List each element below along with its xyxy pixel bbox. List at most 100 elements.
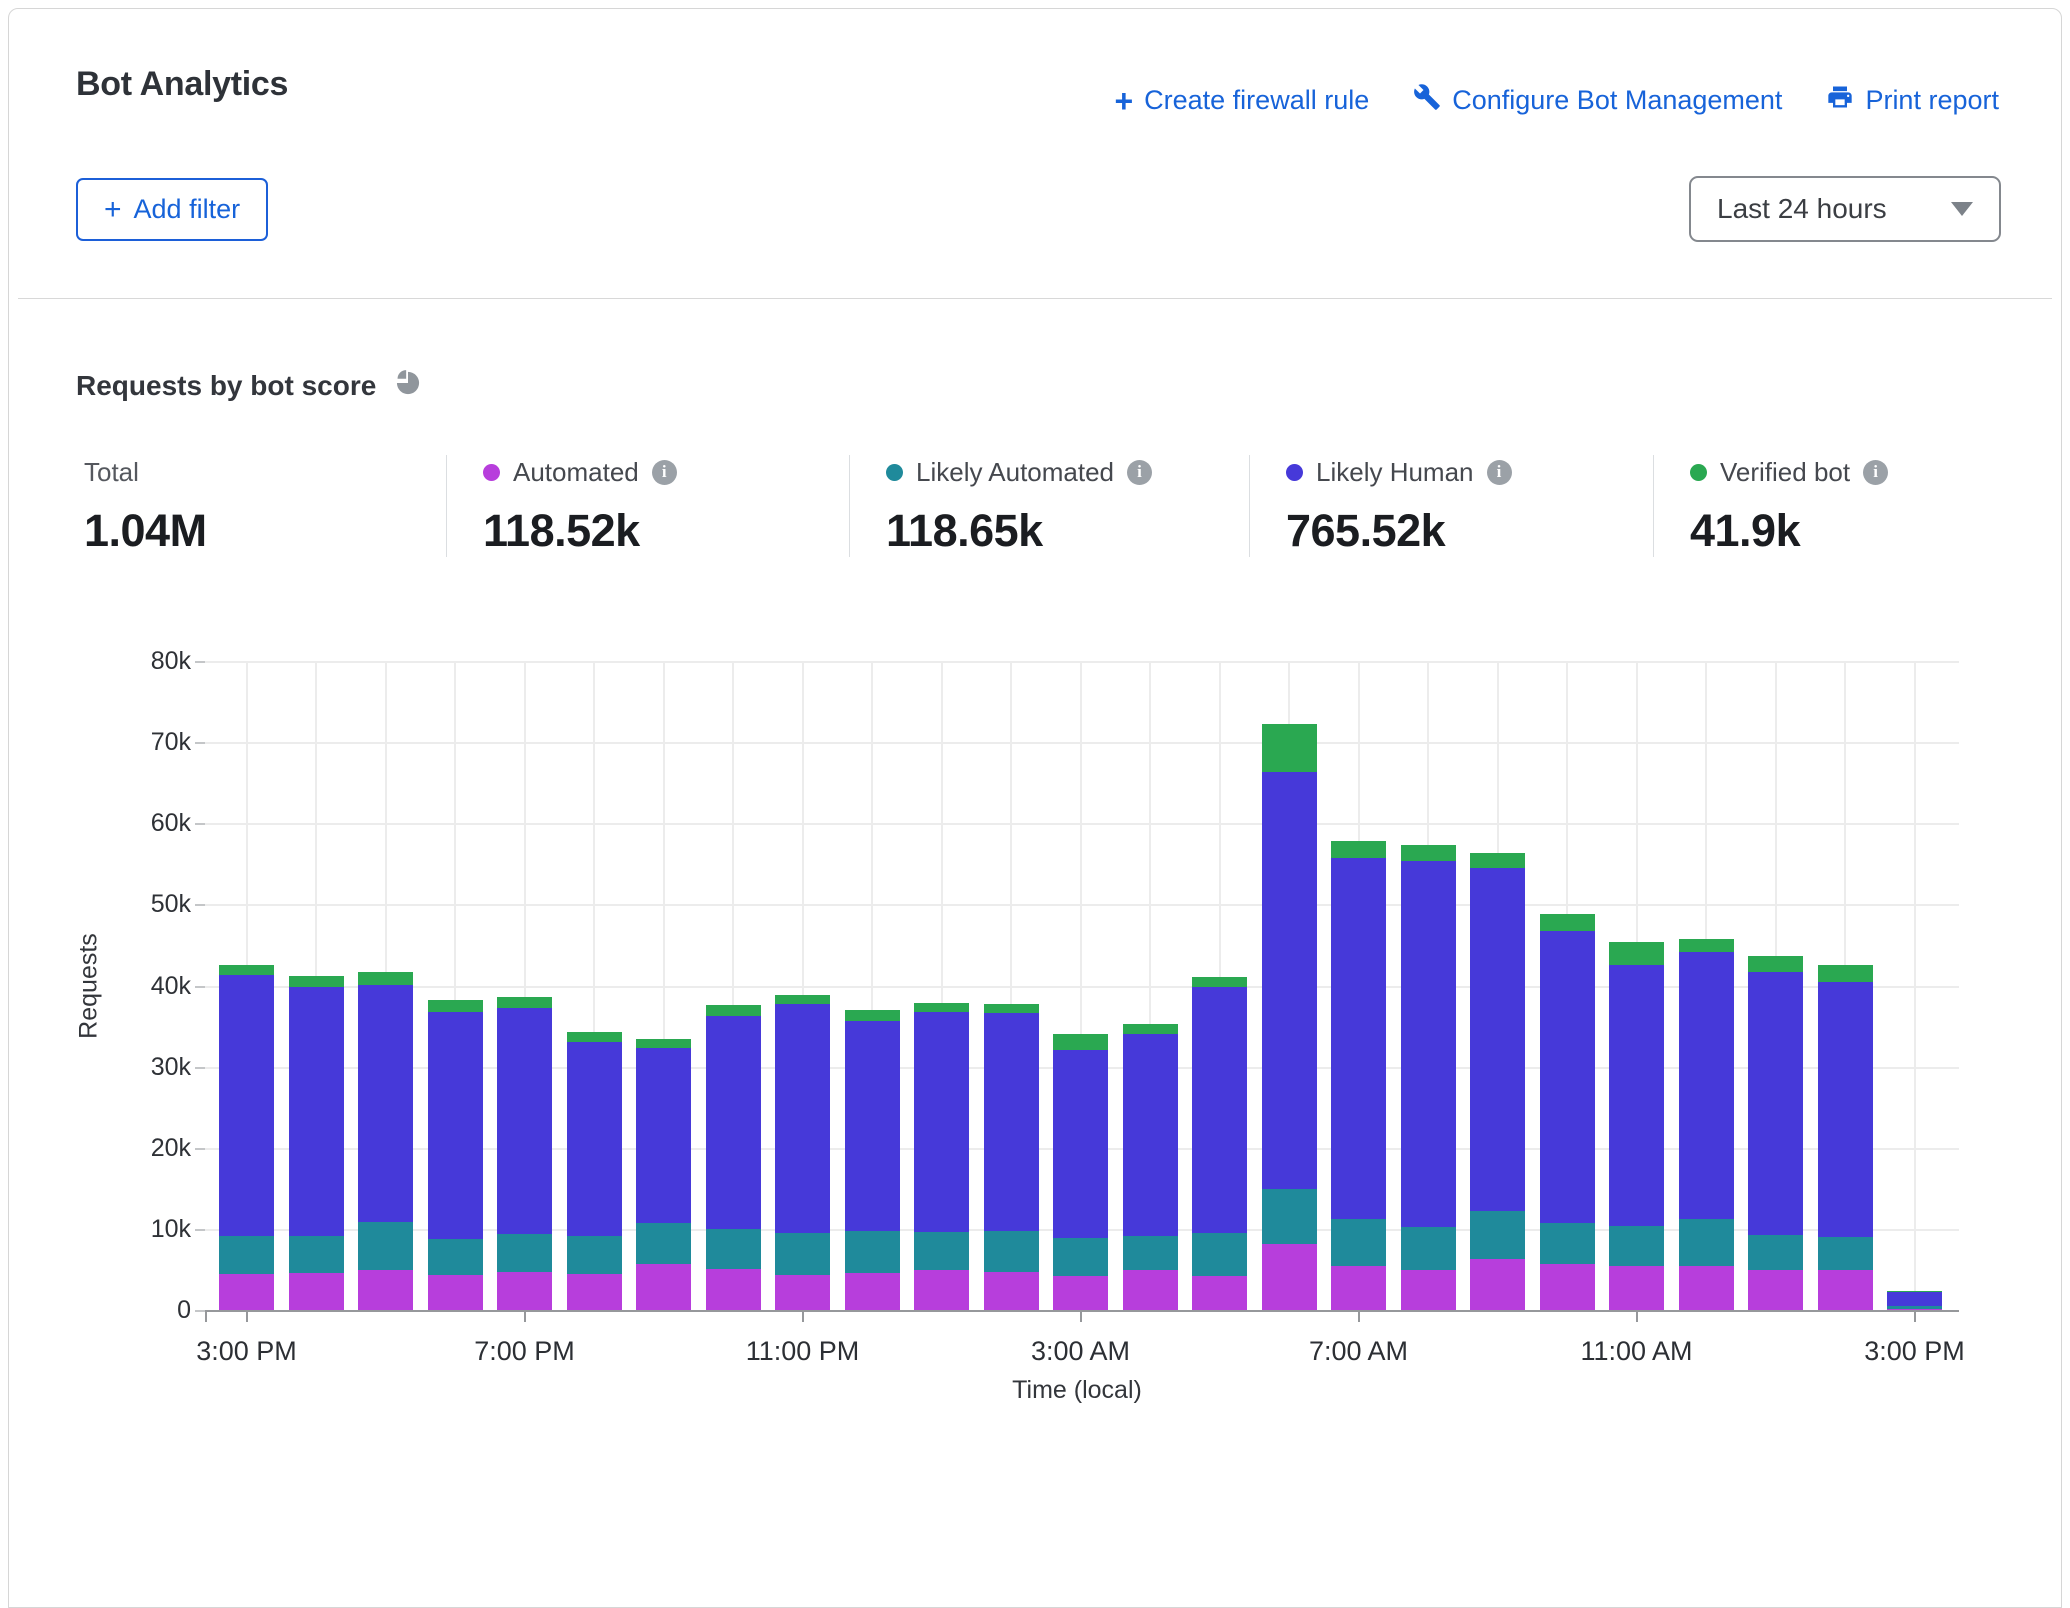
bar-segment-likely-human[interactable] — [1470, 868, 1525, 1211]
bar-segment-automated[interactable] — [775, 1275, 830, 1312]
bar-segment-likely-human[interactable] — [706, 1016, 761, 1229]
bar-segment-verified-bot[interactable] — [1748, 956, 1803, 972]
bar-segment-automated[interactable] — [1331, 1266, 1386, 1311]
info-icon[interactable]: i — [1127, 460, 1152, 485]
bar-segment-likely-human[interactable] — [1609, 965, 1664, 1226]
bar-segment-likely-automated[interactable] — [1192, 1233, 1247, 1276]
bar-segment-likely-human[interactable] — [1192, 987, 1247, 1233]
bar-segment-likely-automated[interactable] — [1470, 1211, 1525, 1259]
bar-segment-verified-bot[interactable] — [567, 1032, 622, 1042]
bar-segment-likely-human[interactable] — [1053, 1050, 1108, 1238]
bar-segment-verified-bot[interactable] — [497, 997, 552, 1008]
bar-segment-likely-human[interactable] — [775, 1004, 830, 1233]
bar-segment-verified-bot[interactable] — [984, 1004, 1039, 1014]
info-icon[interactable]: i — [652, 460, 677, 485]
create-firewall-rule-link[interactable]: + Create firewall rule — [1114, 85, 1369, 117]
bar-segment-likely-automated[interactable] — [984, 1231, 1039, 1272]
info-icon[interactable]: i — [1863, 460, 1888, 485]
bar-segment-likely-automated[interactable] — [845, 1231, 900, 1273]
bar-segment-automated[interactable] — [1818, 1270, 1873, 1311]
bar-segment-likely-automated[interactable] — [1887, 1306, 1942, 1308]
bar-segment-likely-automated[interactable] — [1053, 1238, 1108, 1276]
bar-segment-automated[interactable] — [1192, 1276, 1247, 1311]
bar-segment-likely-human[interactable] — [1748, 972, 1803, 1235]
time-range-select[interactable]: Last 24 hours — [1689, 176, 2001, 242]
bar-segment-likely-automated[interactable] — [1748, 1235, 1803, 1271]
bar-segment-verified-bot[interactable] — [1053, 1034, 1108, 1049]
bar-segment-verified-bot[interactable] — [845, 1010, 900, 1021]
bar-segment-automated[interactable] — [1609, 1266, 1664, 1311]
bar-segment-likely-human[interactable] — [1123, 1034, 1178, 1237]
bar-segment-likely-automated[interactable] — [775, 1233, 830, 1274]
bar-segment-likely-automated[interactable] — [1331, 1219, 1386, 1266]
bar-segment-automated[interactable] — [497, 1272, 552, 1311]
bar-segment-likely-human[interactable] — [1540, 931, 1595, 1223]
bar-segment-likely-human[interactable] — [984, 1013, 1039, 1230]
bar-segment-likely-human[interactable] — [497, 1008, 552, 1234]
bar-segment-likely-human[interactable] — [1331, 858, 1386, 1220]
print-report-link[interactable]: Print report — [1826, 83, 1999, 118]
bar-segment-verified-bot[interactable] — [1401, 845, 1456, 861]
bar-segment-automated[interactable] — [358, 1270, 413, 1311]
bar-segment-likely-automated[interactable] — [219, 1236, 274, 1273]
bar-segment-automated[interactable] — [1262, 1244, 1317, 1311]
bar-segment-automated[interactable] — [914, 1270, 969, 1311]
bar-segment-automated[interactable] — [1748, 1270, 1803, 1311]
bar-segment-automated[interactable] — [845, 1273, 900, 1311]
bar-segment-verified-bot[interactable] — [1609, 942, 1664, 965]
bar-segment-automated[interactable] — [1053, 1276, 1108, 1311]
bar-segment-likely-human[interactable] — [914, 1012, 969, 1232]
bar-segment-verified-bot[interactable] — [428, 1000, 483, 1011]
bar-segment-automated[interactable] — [1679, 1266, 1734, 1311]
configure-bot-management-link[interactable]: Configure Bot Management — [1413, 83, 1782, 118]
bar-segment-verified-bot[interactable] — [1540, 914, 1595, 931]
bar-segment-likely-automated[interactable] — [1818, 1237, 1873, 1270]
bar-segment-verified-bot[interactable] — [1887, 1291, 1942, 1292]
bar-segment-likely-human[interactable] — [567, 1042, 622, 1237]
bar-segment-likely-human[interactable] — [219, 975, 274, 1236]
bar-segment-likely-automated[interactable] — [1540, 1223, 1595, 1264]
bar-segment-likely-human[interactable] — [358, 985, 413, 1222]
bar-segment-verified-bot[interactable] — [706, 1005, 761, 1016]
bar-segment-likely-automated[interactable] — [1609, 1226, 1664, 1266]
bar-segment-likely-human[interactable] — [428, 1012, 483, 1239]
bar-segment-verified-bot[interactable] — [1679, 939, 1734, 952]
bar-segment-likely-human[interactable] — [1401, 861, 1456, 1228]
bar-segment-likely-human[interactable] — [845, 1021, 900, 1231]
bar-segment-automated[interactable] — [1401, 1270, 1456, 1311]
bar-segment-likely-automated[interactable] — [567, 1236, 622, 1273]
bar-segment-likely-automated[interactable] — [636, 1223, 691, 1264]
bar-segment-verified-bot[interactable] — [289, 976, 344, 987]
bar-segment-likely-human[interactable] — [1679, 952, 1734, 1219]
bar-segment-likely-human[interactable] — [289, 987, 344, 1236]
info-icon[interactable]: i — [1487, 460, 1512, 485]
bar-segment-likely-automated[interactable] — [358, 1222, 413, 1271]
bar-segment-likely-automated[interactable] — [1401, 1227, 1456, 1269]
bar-segment-verified-bot[interactable] — [219, 965, 274, 975]
bar-segment-automated[interactable] — [636, 1264, 691, 1311]
bar-segment-likely-automated[interactable] — [428, 1239, 483, 1276]
bar-segment-likely-automated[interactable] — [1262, 1189, 1317, 1243]
bar-segment-verified-bot[interactable] — [1123, 1024, 1178, 1034]
bar-segment-likely-automated[interactable] — [289, 1236, 344, 1273]
bar-segment-verified-bot[interactable] — [775, 995, 830, 1005]
bar-segment-automated[interactable] — [706, 1269, 761, 1311]
bar-segment-automated[interactable] — [1540, 1264, 1595, 1311]
bar-segment-verified-bot[interactable] — [636, 1039, 691, 1048]
bar-segment-automated[interactable] — [428, 1275, 483, 1311]
bar-segment-verified-bot[interactable] — [914, 1003, 969, 1013]
bar-segment-verified-bot[interactable] — [1331, 841, 1386, 857]
bar-segment-verified-bot[interactable] — [358, 972, 413, 985]
bar-segment-likely-automated[interactable] — [1123, 1236, 1178, 1269]
bar-segment-verified-bot[interactable] — [1818, 965, 1873, 981]
bar-segment-automated[interactable] — [289, 1273, 344, 1311]
bar-segment-likely-automated[interactable] — [914, 1232, 969, 1270]
bar-segment-automated[interactable] — [219, 1274, 274, 1311]
add-filter-button[interactable]: + Add filter — [76, 178, 268, 241]
bar-segment-likely-human[interactable] — [636, 1048, 691, 1222]
bar-segment-automated[interactable] — [1123, 1270, 1178, 1311]
bar-segment-likely-automated[interactable] — [1679, 1219, 1734, 1266]
bar-segment-automated[interactable] — [567, 1274, 622, 1311]
bar-segment-verified-bot[interactable] — [1192, 977, 1247, 988]
bar-segment-likely-automated[interactable] — [706, 1229, 761, 1269]
